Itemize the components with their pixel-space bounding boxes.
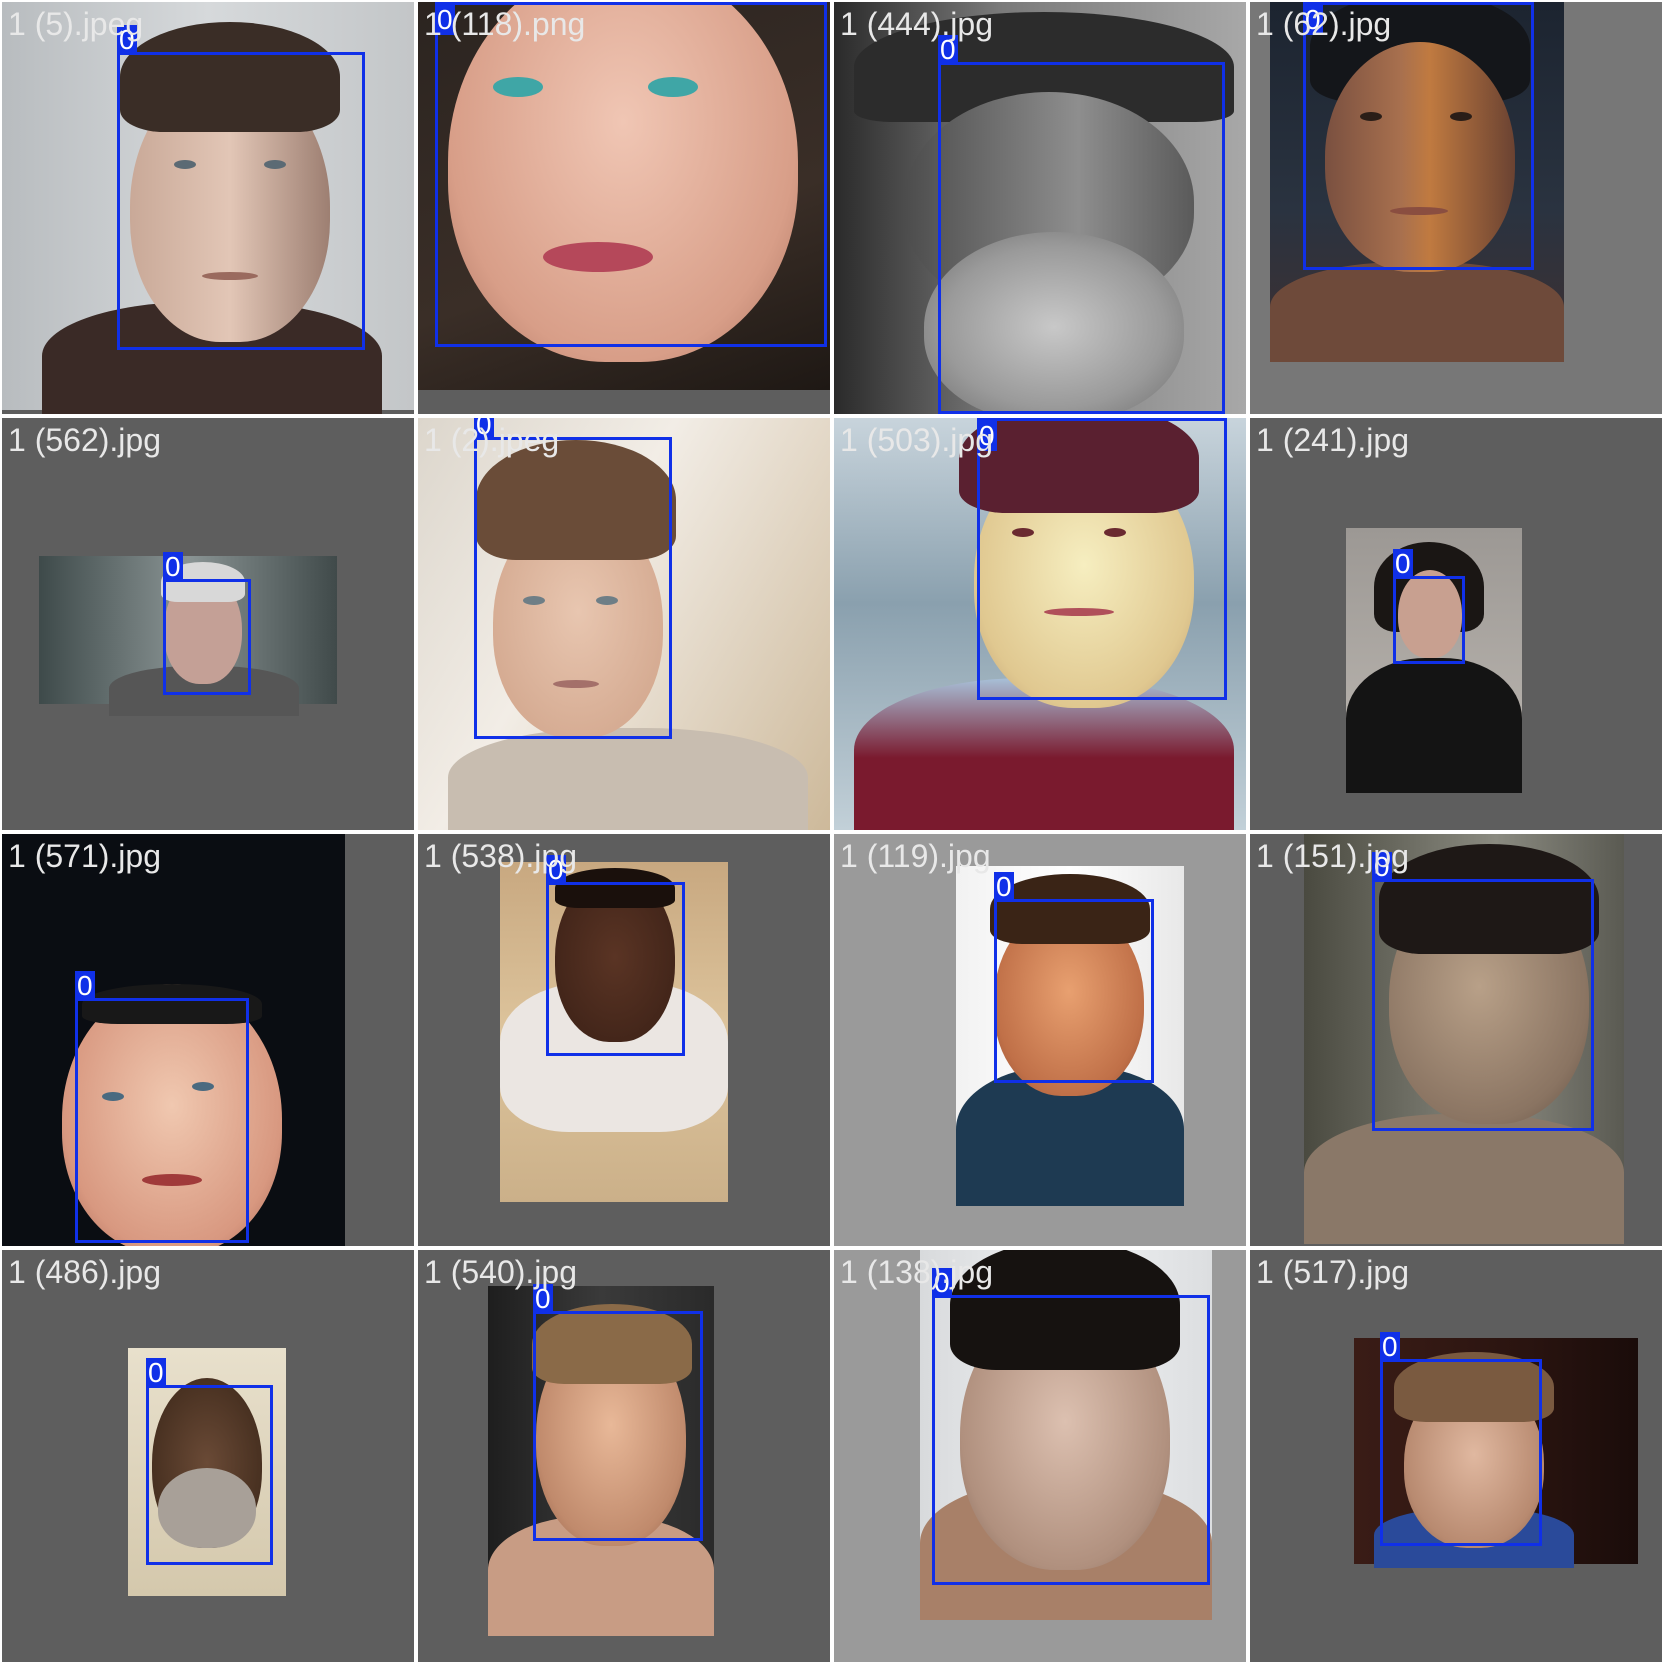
tile[interactable]: 0 1 (503).jpg (834, 418, 1246, 830)
tile[interactable]: 0 1 (119).jpg (834, 834, 1246, 1246)
detection-box: 0 (435, 2, 827, 347)
mosaic-grid: 0 1 (5).jpeg 0 1 (118).png 0 1 (444).jpg (0, 0, 1664, 1664)
class-label: 0 (1393, 548, 1413, 579)
detection-box: 0 (533, 1284, 703, 1541)
detection-box: 0 (117, 25, 365, 350)
detection-box: 0 (546, 855, 685, 1056)
tile[interactable]: 0 1 (444).jpg (834, 2, 1246, 414)
tile-filename: 1 (562).jpg (8, 422, 161, 458)
class-label: 0 (146, 1357, 166, 1388)
tile-filename: 1 (538).jpg (424, 838, 577, 874)
tile-filename: 1 (241).jpg (1256, 422, 1409, 458)
detection-box: 0 (163, 552, 251, 695)
tile-filename: 1 (517).jpg (1256, 1254, 1409, 1290)
detection-box: 0 (474, 418, 672, 739)
tile[interactable]: 0 1 (118).png (418, 2, 830, 414)
detection-box: 0 (1393, 549, 1465, 664)
tile[interactable]: 0 1 (486).jpg (2, 1250, 414, 1662)
detection-box: 0 (994, 872, 1154, 1083)
detection-box: 0 (75, 971, 249, 1243)
tile[interactable]: 0 1 (5).jpeg (2, 2, 414, 414)
tile-filename: 1 (62).jpg (1256, 6, 1392, 42)
tile-filename: 1 (540).jpg (424, 1254, 577, 1290)
tile-filename: 1 (138).jpg (840, 1254, 993, 1290)
tile-filename: 1 (2).jpeg (424, 422, 560, 458)
tile[interactable]: 0 1 (562).jpg (2, 418, 414, 830)
tile-filename: 1 (119).jpg (840, 838, 991, 874)
tile[interactable]: 0 1 (241).jpg (1250, 418, 1662, 830)
tile-filename: 1 (571).jpg (8, 838, 161, 874)
class-label: 0 (994, 871, 1014, 902)
tile-filename: 1 (118).png (424, 6, 586, 42)
tile[interactable]: 0 1 (62).jpg (1250, 2, 1662, 414)
tile[interactable]: 0 1 (151).jpg (1250, 834, 1662, 1246)
class-label: 0 (75, 970, 95, 1001)
tile[interactable]: 0 1 (517).jpg (1250, 1250, 1662, 1662)
detection-box: 0 (932, 1268, 1210, 1585)
detection-box: 0 (977, 418, 1227, 700)
tile[interactable]: 0 1 (540).jpg (418, 1250, 830, 1662)
tile[interactable]: 0 1 (138).jpg (834, 1250, 1246, 1662)
tile-filename: 1 (486).jpg (8, 1254, 161, 1290)
detection-box: 0 (1380, 1332, 1542, 1546)
tile-filename: 1 (503).jpg (840, 422, 993, 458)
tile[interactable]: 0 1 (571).jpg (2, 834, 414, 1246)
tile[interactable]: 0 1 (2).jpeg (418, 418, 830, 830)
detection-box: 0 (146, 1358, 273, 1565)
class-label: 0 (163, 551, 183, 582)
tile-filename: 1 (151).jpg (1256, 838, 1409, 874)
tile-filename: 1 (444).jpg (840, 6, 993, 42)
class-label: 0 (1380, 1331, 1400, 1362)
detection-box: 0 (1372, 852, 1594, 1131)
tile[interactable]: 0 1 (538).jpg (418, 834, 830, 1246)
tile-filename: 1 (5).jpeg (8, 6, 144, 42)
detection-box: 0 (938, 35, 1225, 414)
